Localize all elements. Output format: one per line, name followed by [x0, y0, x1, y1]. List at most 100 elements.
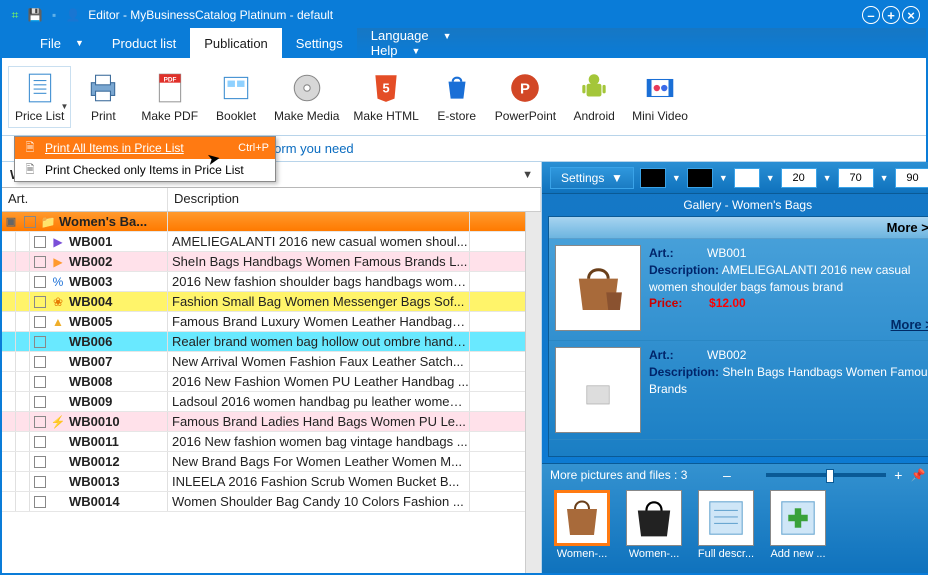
- ribbon-minivideo[interactable]: Mini Video: [626, 67, 694, 127]
- checkbox[interactable]: [34, 296, 46, 308]
- checkbox[interactable]: [24, 216, 36, 228]
- table-row[interactable]: WB007New Arrival Women Fashion Faux Leat…: [2, 352, 525, 372]
- table-row[interactable]: ▶WB002SheIn Bags Handbags Women Famous B…: [2, 252, 525, 272]
- folder-icon: 📁: [40, 215, 56, 229]
- table-row[interactable]: %WB0032016 New fashion shoulder bags han…: [2, 272, 525, 292]
- row-desc: INLEELA 2016 Fashion Scrub Women Bucket …: [168, 474, 469, 489]
- thumb[interactable]: Women-...: [622, 490, 686, 569]
- menu-publication[interactable]: Publication: [190, 28, 282, 58]
- table-row[interactable]: ▲WB005Famous Brand Luxury Women Leather …: [2, 312, 525, 332]
- vertical-scrollbar[interactable]: [525, 212, 541, 573]
- checkbox[interactable]: [34, 396, 46, 408]
- gallery-thumb: [555, 347, 641, 433]
- col-art[interactable]: Art.: [2, 188, 168, 211]
- table-row[interactable]: WB0013INLEELA 2016 Fashion Scrub Women B…: [2, 472, 525, 492]
- spin-1[interactable]: 20: [781, 168, 817, 188]
- swatch-3[interactable]: [734, 168, 760, 188]
- close-button[interactable]: ×: [902, 6, 920, 24]
- thumb[interactable]: Full descr...: [694, 490, 758, 569]
- table-row[interactable]: ❀WB004Fashion Small Bag Women Messenger …: [2, 292, 525, 312]
- ribbon-pricelist[interactable]: Price List▼: [8, 66, 71, 128]
- row-desc: Famous Brand Ladies Hand Bags Women PU L…: [168, 414, 469, 429]
- row-desc: New Arrival Women Fashion Faux Leather S…: [168, 354, 469, 369]
- dd-print-all[interactable]: 🗎 Print All Items in Price List Ctrl+P: [15, 137, 275, 159]
- spin-3[interactable]: 90: [895, 168, 928, 188]
- row-desc: Realer brand women bag hollow out ombre …: [168, 334, 469, 349]
- save-icon[interactable]: 💾: [28, 8, 42, 22]
- ribbon-estore[interactable]: E-store: [427, 67, 487, 127]
- ribbon-makepdf[interactable]: PDF Make PDF: [135, 67, 204, 127]
- checkbox[interactable]: [34, 316, 46, 328]
- maximize-button[interactable]: +: [882, 6, 900, 24]
- ribbon-makemedia[interactable]: Make Media: [268, 67, 345, 127]
- col-desc[interactable]: Description: [168, 188, 541, 211]
- checkbox[interactable]: [34, 376, 46, 388]
- table-body[interactable]: ▣ 📁 Women's Ba... ▶WB001AMELIEGALANTI 20…: [2, 212, 525, 573]
- pricelist-icon: [23, 71, 57, 105]
- thumb[interactable]: Women-...: [550, 490, 614, 569]
- swatch-2[interactable]: [687, 168, 713, 188]
- table-row[interactable]: ⚡WB0010Famous Brand Ladies Hand Bags Wom…: [2, 412, 525, 432]
- ribbon-android[interactable]: Android: [564, 67, 624, 127]
- row-desc: 2016 New Fashion Women PU Leather Handba…: [168, 374, 469, 389]
- plus-icon[interactable]: +: [894, 467, 902, 483]
- ribbon-makehtml[interactable]: 5 Make HTML: [347, 67, 424, 127]
- table-row[interactable]: WB0014Women Shoulder Bag Candy 10 Colors…: [2, 492, 525, 512]
- checkbox[interactable]: [34, 276, 46, 288]
- more-bar[interactable]: More >>: [549, 217, 928, 239]
- collapse-icon[interactable]: ▣: [2, 215, 20, 228]
- table-header: Art. Description: [2, 188, 541, 212]
- menu-help[interactable]: Help▼: [357, 43, 926, 58]
- table-row[interactable]: WB006Realer brand women bag hollow out o…: [2, 332, 525, 352]
- left-panel: Women's Handbags ▼ Art. Description ▣ 📁 …: [2, 162, 542, 573]
- checkbox[interactable]: [34, 436, 46, 448]
- chevron-down-icon[interactable]: ▼: [522, 169, 533, 181]
- powerpoint-icon: P: [508, 71, 542, 105]
- art-code: WB004: [69, 294, 112, 309]
- ribbon-print[interactable]: Print: [73, 67, 133, 127]
- checkbox[interactable]: [34, 416, 46, 428]
- checkbox[interactable]: [34, 356, 46, 368]
- menu-language[interactable]: Language▼: [357, 28, 926, 43]
- table-row[interactable]: WB0082016 New Fashion Women PU Leather H…: [2, 372, 525, 392]
- right-toolbar: Settings ▼ ▼ ▼ ▼ 20▼ 70▼ 90▼: [542, 162, 928, 194]
- swatch-1[interactable]: [640, 168, 666, 188]
- row-icon: ▶: [50, 235, 66, 249]
- pricelist-dropdown: 🗎 Print All Items in Price List Ctrl+P 🗎…: [14, 136, 276, 182]
- table-row[interactable]: ▶WB001AMELIEGALANTI 2016 new casual wome…: [2, 232, 525, 252]
- zoom-slider[interactable]: [766, 473, 886, 477]
- more-link[interactable]: More >>: [649, 316, 928, 334]
- ribbon-powerpoint[interactable]: P PowerPoint: [489, 67, 562, 127]
- ribbon-booklet[interactable]: Booklet: [206, 67, 266, 127]
- titlebar: ⌗ 💾 ▪ 👤 Editor - MyBusinessCatalog Plati…: [2, 2, 926, 28]
- checkbox[interactable]: [34, 476, 46, 488]
- gallery-item[interactable]: Art.: WB001 Description: AMELIEGALANTI 2…: [549, 239, 928, 341]
- checkbox[interactable]: [34, 496, 46, 508]
- art-code: WB002: [69, 254, 112, 269]
- gallery-item[interactable]: Art.: WB002 Description: SheIn Bags Hand…: [549, 341, 928, 440]
- dd-print-checked[interactable]: 🗎 Print Checked only Items in Price List: [15, 159, 275, 181]
- checkbox[interactable]: [34, 236, 46, 248]
- checkbox[interactable]: [34, 336, 46, 348]
- row-desc: AMELIEGALANTI 2016 new casual women shou…: [168, 234, 469, 249]
- user-icon[interactable]: 👤: [66, 8, 80, 22]
- group-row[interactable]: ▣ 📁 Women's Ba...: [2, 212, 525, 232]
- table-row[interactable]: WB009Ladsoul 2016 women handbag pu leath…: [2, 392, 525, 412]
- art-code: WB0010: [69, 414, 120, 429]
- menu-product-list[interactable]: Product list: [98, 28, 190, 58]
- art-code: WB005: [69, 314, 112, 329]
- menu-file[interactable]: File▼: [26, 28, 98, 58]
- thumb-label: Women-...: [629, 548, 680, 560]
- minus-icon[interactable]: –: [723, 467, 731, 483]
- checkbox[interactable]: [34, 256, 46, 268]
- window-title: Editor - MyBusinessCatalog Platinum - de…: [88, 8, 333, 22]
- table-row[interactable]: WB0012New Brand Bags For Women Leather W…: [2, 452, 525, 472]
- thumb[interactable]: Add new ...: [766, 490, 830, 569]
- minimize-button[interactable]: –: [862, 6, 880, 24]
- table-row[interactable]: WB00112016 New fashion women bag vintage…: [2, 432, 525, 452]
- spin-2[interactable]: 70: [838, 168, 874, 188]
- checkbox[interactable]: [34, 456, 46, 468]
- menu-settings[interactable]: Settings: [282, 28, 357, 58]
- pin-icon[interactable]: 📌: [910, 468, 925, 482]
- right-settings-button[interactable]: Settings ▼: [550, 167, 634, 189]
